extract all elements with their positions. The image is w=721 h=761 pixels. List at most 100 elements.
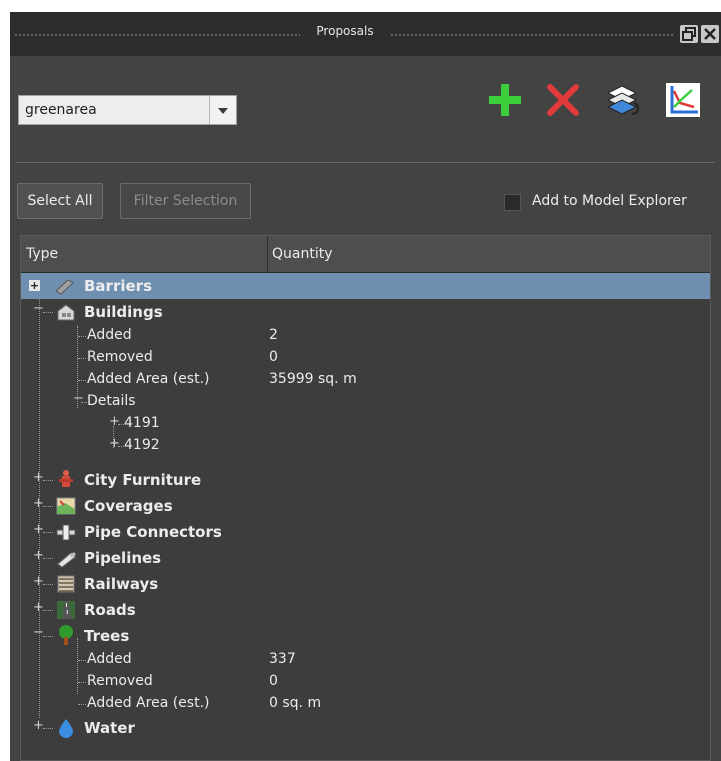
tree-row-trees[interactable]: − Trees <box>21 623 710 649</box>
tree-row-added[interactable]: Added 337 <box>21 649 710 671</box>
expand-toggle[interactable]: + <box>109 414 120 429</box>
tree-label: Railways <box>84 575 159 593</box>
tree-label: Water <box>84 719 135 737</box>
tree-line <box>43 506 53 507</box>
tree-quantity: 2 <box>269 327 278 343</box>
road-icon <box>57 601 75 619</box>
close-icon <box>704 28 716 40</box>
expand-toggle[interactable]: + <box>109 436 120 451</box>
tree-line <box>78 358 86 359</box>
tree-row-city-furniture[interactable]: + City Furniture <box>21 467 710 493</box>
expand-toggle[interactable]: + <box>33 522 44 537</box>
barrier-icon <box>55 279 74 295</box>
tree-label: 4191 <box>124 415 160 431</box>
grip-right <box>390 33 674 37</box>
tree-row-barriers[interactable]: + Barriers <box>21 273 710 299</box>
expand-toggle[interactable]: + <box>33 548 44 563</box>
tree-line <box>78 660 86 661</box>
tree-row-added-area[interactable]: Added Area (est.) 35999 sq. m <box>21 369 710 391</box>
tree-quantity: 337 <box>269 651 296 667</box>
float-button[interactable] <box>680 25 698 43</box>
expand-toggle[interactable]: + <box>33 496 44 511</box>
tree-line <box>43 610 53 611</box>
delete-proposal-button[interactable] <box>544 81 582 119</box>
tree-label: Trees <box>84 627 130 645</box>
expand-toggle[interactable]: + <box>29 280 40 291</box>
tree-row-pipelines[interactable]: + Pipelines <box>21 545 710 571</box>
tree-row-added-area[interactable]: Added Area (est.) 0 sq. m <box>21 693 710 715</box>
tree-line <box>43 584 53 585</box>
close-button[interactable] <box>701 25 719 43</box>
tree-label: Pipe Connectors <box>84 523 222 541</box>
chart-icon <box>666 83 700 117</box>
tree-header: Type Quantity <box>21 236 710 273</box>
tree-label: Added Area (est.) <box>87 371 210 387</box>
railway-icon <box>57 575 75 593</box>
tree-row-detail-4192[interactable]: + 4192 <box>21 435 710 457</box>
expand-toggle[interactable]: + <box>33 470 44 485</box>
tree-quantity: 0 <box>269 349 278 365</box>
tree-line <box>78 704 86 705</box>
expand-toggle[interactable]: + <box>33 718 44 733</box>
tree-label: Barriers <box>84 277 152 295</box>
tree-quantity: 0 <box>269 673 278 689</box>
column-type[interactable]: Type <box>26 236 58 272</box>
add-to-model-explorer-checkbox[interactable] <box>504 194 521 211</box>
window-title: Proposals <box>316 24 374 38</box>
delete-icon <box>547 84 579 116</box>
tree-row-pipe-connectors[interactable]: + Pipe Connectors <box>21 519 710 545</box>
tree-line <box>43 558 53 559</box>
tree-line <box>43 312 53 313</box>
select-all-button[interactable]: Select All <box>17 183 103 219</box>
layers-button[interactable] <box>604 81 642 119</box>
tree-quantity: 35999 sq. m <box>269 371 357 387</box>
chevron-down-icon[interactable] <box>209 96 236 124</box>
tree-label: Buildings <box>84 303 163 321</box>
tree-row-added[interactable]: Added 2 <box>21 325 710 347</box>
tree-row-removed[interactable]: Removed 0 <box>21 347 710 369</box>
add-icon <box>489 84 521 116</box>
tree-row-removed[interactable]: Removed 0 <box>21 671 710 693</box>
divider <box>16 162 715 163</box>
float-icon <box>682 27 696 41</box>
tree-line <box>43 728 53 729</box>
collapse-toggle[interactable]: − <box>73 391 84 406</box>
tree-row-railways[interactable]: + Railways <box>21 571 710 597</box>
tree-label: Roads <box>84 601 136 619</box>
expand-toggle[interactable]: + <box>33 574 44 589</box>
tree-line <box>43 532 53 533</box>
collapse-toggle[interactable]: − <box>33 301 44 316</box>
proposal-select-value: greenarea <box>25 102 97 118</box>
tree-label: City Furniture <box>84 471 202 489</box>
proposal-tree: Type Quantity + Barriers − Buildings Add… <box>20 235 711 761</box>
chart-button[interactable] <box>664 81 702 119</box>
title-bar[interactable]: Proposals <box>10 12 721 56</box>
tree-label: Added Area (est.) <box>87 695 210 711</box>
proposal-select[interactable]: greenarea <box>18 95 237 125</box>
expand-toggle[interactable]: + <box>33 600 44 615</box>
tree-row-details[interactable]: − Details <box>21 391 710 413</box>
tree-line <box>78 336 86 337</box>
column-quantity[interactable]: Quantity <box>272 236 333 272</box>
tree-line <box>78 380 86 381</box>
tree-row-roads[interactable]: + Roads <box>21 597 710 623</box>
filter-selection-button[interactable]: Filter Selection <box>120 183 251 219</box>
tree-row-detail-4191[interactable]: + 4191 <box>21 413 710 435</box>
tree-line <box>43 480 53 481</box>
tree-icon <box>59 625 73 645</box>
collapse-toggle[interactable]: − <box>33 625 44 640</box>
pipe-connector-icon <box>56 524 76 541</box>
tree-label: Added <box>87 327 132 343</box>
tree-label: Added <box>87 651 132 667</box>
tree-label: Coverages <box>84 497 173 515</box>
tree-line <box>43 636 53 637</box>
coverage-icon <box>56 497 76 515</box>
add-proposal-button[interactable] <box>486 81 524 119</box>
tree-row-buildings[interactable]: − Buildings <box>21 299 710 325</box>
building-icon <box>57 304 75 321</box>
tree-row-coverages[interactable]: + Coverages <box>21 493 710 519</box>
tree-row-water[interactable]: + Water <box>21 715 710 741</box>
column-separator[interactable] <box>267 236 268 272</box>
tree-line <box>78 682 86 683</box>
tree-quantity: 0 sq. m <box>269 695 322 711</box>
